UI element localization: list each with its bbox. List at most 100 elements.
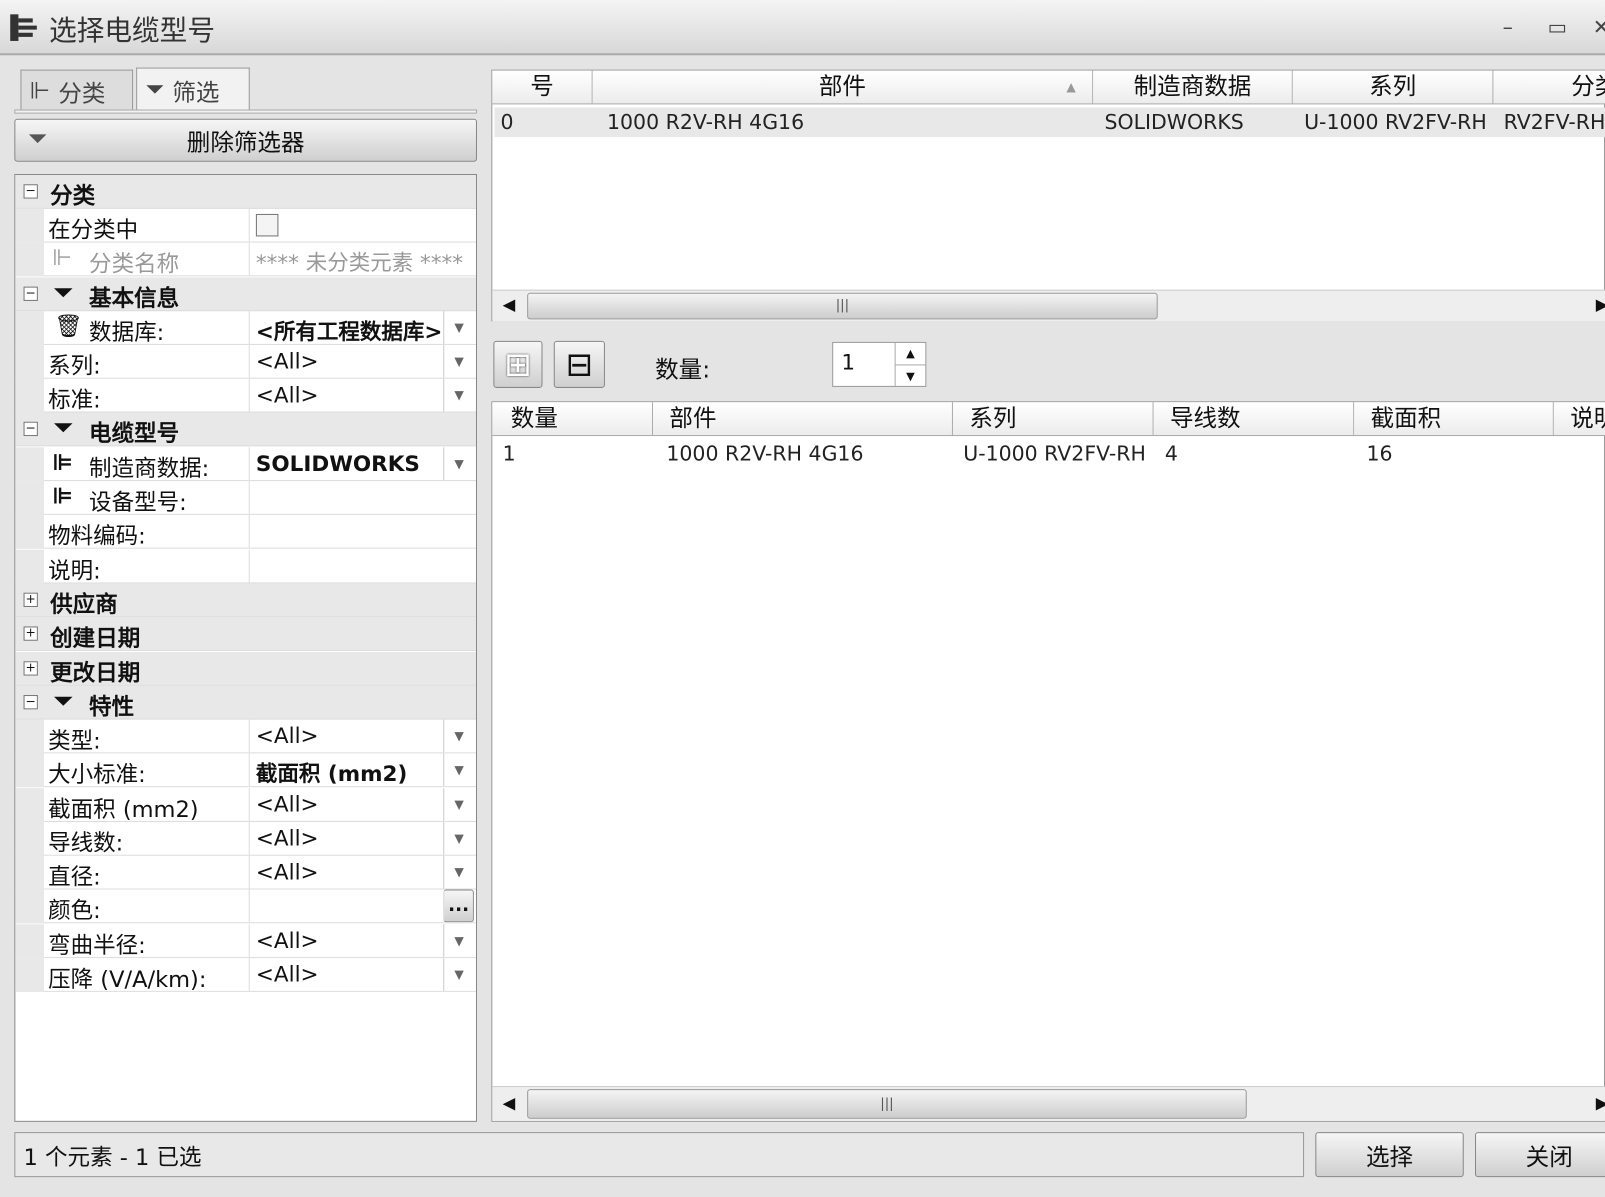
- stepper-down-icon[interactable]: ▼: [894, 364, 926, 386]
- diameter-select[interactable]: <All>: [248, 855, 443, 889]
- color-picker-button[interactable]: ...: [443, 889, 474, 923]
- cell-wires: 4: [1164, 441, 1178, 466]
- column-header-manufacturer[interactable]: 制造商数据: [1093, 70, 1293, 105]
- size-standard-select[interactable]: 截面积 (mm2): [248, 753, 443, 787]
- cell-number: 0: [500, 109, 514, 135]
- chevron-down-icon[interactable]: ▼: [443, 344, 474, 378]
- add-button[interactable]: ⊞: [493, 340, 543, 388]
- tab-classification[interactable]: ⊩ 分类: [20, 69, 134, 111]
- select-button[interactable]: 选择: [1315, 1132, 1464, 1178]
- tab-divider: [14, 109, 477, 114]
- cell-series: U-1000 RV2FV-RH: [1304, 109, 1487, 135]
- tab-filter[interactable]: ⏷ 筛选: [136, 67, 250, 111]
- column-header-series[interactable]: 系列: [952, 402, 1154, 437]
- size-standard-label: 大小标准:: [48, 762, 146, 789]
- device-input[interactable]: [248, 481, 476, 514]
- table-row[interactable]: 1 1000 R2V-RH 4G16 U-1000 RV2FV-RH 4 16: [492, 441, 1604, 470]
- horizontal-scrollbar[interactable]: ◀ ||| ▶: [492, 1086, 1605, 1121]
- funnel-clear-icon: ⏷: [27, 123, 48, 153]
- remove-button[interactable]: ⊟: [553, 340, 605, 388]
- cable-icon: [10, 14, 37, 41]
- section-label: 截面积 (mm2): [48, 797, 199, 823]
- close-window-button[interactable]: ✕: [1593, 14, 1605, 39]
- minimize-button[interactable]: –: [1503, 14, 1513, 39]
- stepper-up-icon[interactable]: ▲: [894, 342, 926, 365]
- material-input[interactable]: [248, 514, 476, 548]
- scrollbar-thumb[interactable]: |||: [527, 1089, 1247, 1119]
- funnel-icon: ⏷: [54, 280, 73, 307]
- voltage-drop-label: 压降 (V/A/km):: [48, 967, 207, 993]
- minus-icon: ⊟: [565, 344, 594, 384]
- section-select[interactable]: <All>: [248, 788, 443, 821]
- expand-toggle[interactable]: +: [23, 626, 38, 641]
- expand-toggle[interactable]: +: [23, 592, 38, 607]
- cell-part: 1000 R2V-RH 4G16: [666, 441, 864, 466]
- title-bar: 选择电缆型号 – ▭ ✕: [0, 0, 1605, 56]
- chevron-down-icon[interactable]: ▼: [443, 855, 474, 889]
- category-cable: 电缆型号: [89, 421, 180, 448]
- wires-select[interactable]: <All>: [248, 821, 443, 855]
- scrollbar-thumb[interactable]: |||: [527, 292, 1158, 320]
- column-header-part[interactable]: 部件 ▲: [592, 70, 1094, 105]
- quantity-label: 数量:: [655, 357, 711, 384]
- category-properties: 特性: [89, 695, 135, 721]
- scroll-left-icon[interactable]: ◀: [503, 295, 516, 314]
- column-header-description[interactable]: 说明: [1553, 402, 1605, 437]
- description-input[interactable]: [248, 549, 476, 583]
- standard-label: 标准:: [48, 387, 101, 414]
- column-header-class[interactable]: 分类: [1493, 70, 1605, 105]
- quantity-stepper[interactable]: 1 ▲ ▼: [832, 341, 927, 387]
- cell-quantity: 1: [502, 441, 516, 466]
- funnel-icon: ⏷: [145, 76, 165, 103]
- table-row[interactable]: 0 1000 R2V-RH 4G16 SOLIDWORKS U-1000 RV2…: [494, 107, 1605, 138]
- column-header-number[interactable]: 号: [492, 70, 593, 105]
- close-button[interactable]: 关闭: [1475, 1132, 1605, 1178]
- chevron-down-icon[interactable]: ▼: [443, 447, 474, 481]
- collapse-toggle[interactable]: −: [23, 184, 38, 199]
- bend-radius-select[interactable]: <All>: [248, 924, 443, 958]
- column-header-section[interactable]: 截面积: [1354, 402, 1554, 437]
- column-header-quantity[interactable]: 数量: [492, 402, 654, 437]
- collapse-toggle[interactable]: −: [23, 287, 38, 301]
- description-label: 说明:: [48, 558, 101, 585]
- header-label: 部件: [818, 73, 866, 101]
- expand-toggle[interactable]: +: [23, 661, 38, 676]
- cell-manufacturer: SOLIDWORKS: [1104, 109, 1244, 135]
- in-class-checkbox[interactable]: [255, 213, 279, 237]
- scroll-right-icon[interactable]: ▶: [1596, 1093, 1605, 1112]
- tab-label: 筛选: [172, 79, 220, 106]
- scroll-left-icon[interactable]: ◀: [503, 1093, 516, 1112]
- series-select[interactable]: <All>: [248, 344, 443, 378]
- cell-series: U-1000 RV2FV-RH: [963, 441, 1146, 466]
- funnel-icon: ⏷: [54, 688, 73, 715]
- database-label: 数据库:: [89, 320, 165, 346]
- remove-filter-button[interactable]: ⏷ 删除筛选器: [14, 118, 477, 162]
- cable-icon: ⊫: [52, 450, 73, 476]
- column-header-series[interactable]: 系列: [1292, 70, 1494, 105]
- chevron-down-icon[interactable]: ▼: [443, 719, 474, 753]
- chevron-down-icon[interactable]: ▼: [443, 311, 474, 344]
- type-select[interactable]: <All>: [248, 719, 443, 753]
- voltage-drop-select[interactable]: <All>: [248, 958, 443, 991]
- collapse-toggle[interactable]: −: [23, 695, 38, 710]
- database-icon: 🗑: [54, 314, 83, 340]
- tree-icon: ⊩: [29, 77, 51, 104]
- collapse-toggle[interactable]: −: [23, 422, 38, 437]
- chevron-down-icon[interactable]: ▼: [443, 821, 474, 855]
- column-header-part[interactable]: 部件: [653, 402, 953, 437]
- manufacturer-select[interactable]: SOLIDWORKS: [248, 447, 443, 481]
- chevron-down-icon[interactable]: ▼: [443, 753, 474, 787]
- type-label: 类型:: [48, 728, 101, 755]
- horizontal-scrollbar[interactable]: ◀ ||| ▶: [492, 289, 1605, 322]
- standard-select[interactable]: <All>: [248, 378, 443, 412]
- scroll-right-icon[interactable]: ▶: [1596, 295, 1605, 314]
- chevron-down-icon[interactable]: ▼: [443, 924, 474, 958]
- chevron-down-icon[interactable]: ▼: [443, 378, 474, 412]
- chevron-down-icon[interactable]: ▼: [443, 788, 474, 821]
- category-modified-date: 更改日期: [50, 661, 141, 687]
- maximize-button[interactable]: ▭: [1548, 14, 1567, 39]
- database-select[interactable]: <所有工程数据库>: [248, 311, 443, 344]
- series-label: 系列:: [48, 354, 101, 380]
- column-header-wires[interactable]: 导线数: [1153, 402, 1355, 437]
- chevron-down-icon[interactable]: ▼: [443, 958, 474, 991]
